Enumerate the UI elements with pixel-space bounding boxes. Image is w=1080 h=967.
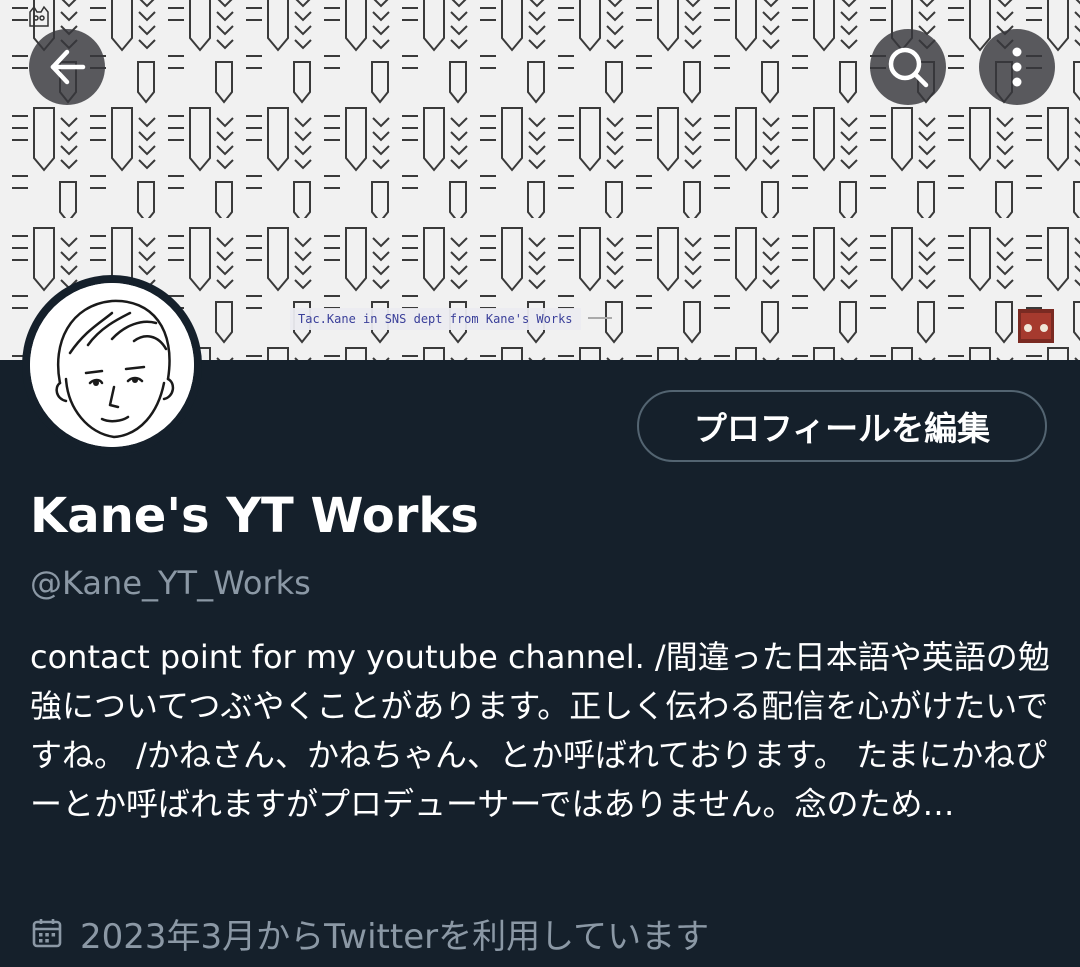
avatar[interactable] (22, 275, 202, 455)
avatar-image (30, 283, 194, 447)
joined-date: 2023年3月からTwitterを利用しています (30, 908, 709, 958)
banner-caption: Tac.Kane in SNS dept from Kane's Works (290, 308, 581, 330)
joined-text: 2023年3月からTwitterを利用しています (80, 916, 710, 957)
banner-thumbnail (1018, 309, 1054, 343)
search-icon (888, 47, 929, 88)
user-handle: @Kane_YT_Works (30, 564, 311, 602)
more-options-button[interactable] (979, 29, 1055, 105)
profile-bio: contact point for my youtube channel. /間… (30, 638, 1050, 823)
profile-page: Tac.Kane in SNS dept from Kane's Works プ… (0, 0, 1080, 967)
calendar-icon (32, 919, 62, 948)
arrow-left-icon (50, 49, 86, 85)
edit-profile-button[interactable]: プロフィールを編集 (637, 390, 1047, 462)
back-button[interactable] (29, 29, 105, 105)
cat-logo-icon (29, 5, 49, 27)
search-button[interactable] (870, 29, 946, 105)
banner-dash (588, 317, 612, 319)
more-vertical-icon (1012, 47, 1022, 87)
display-name: Kane's YT Works (30, 488, 479, 544)
